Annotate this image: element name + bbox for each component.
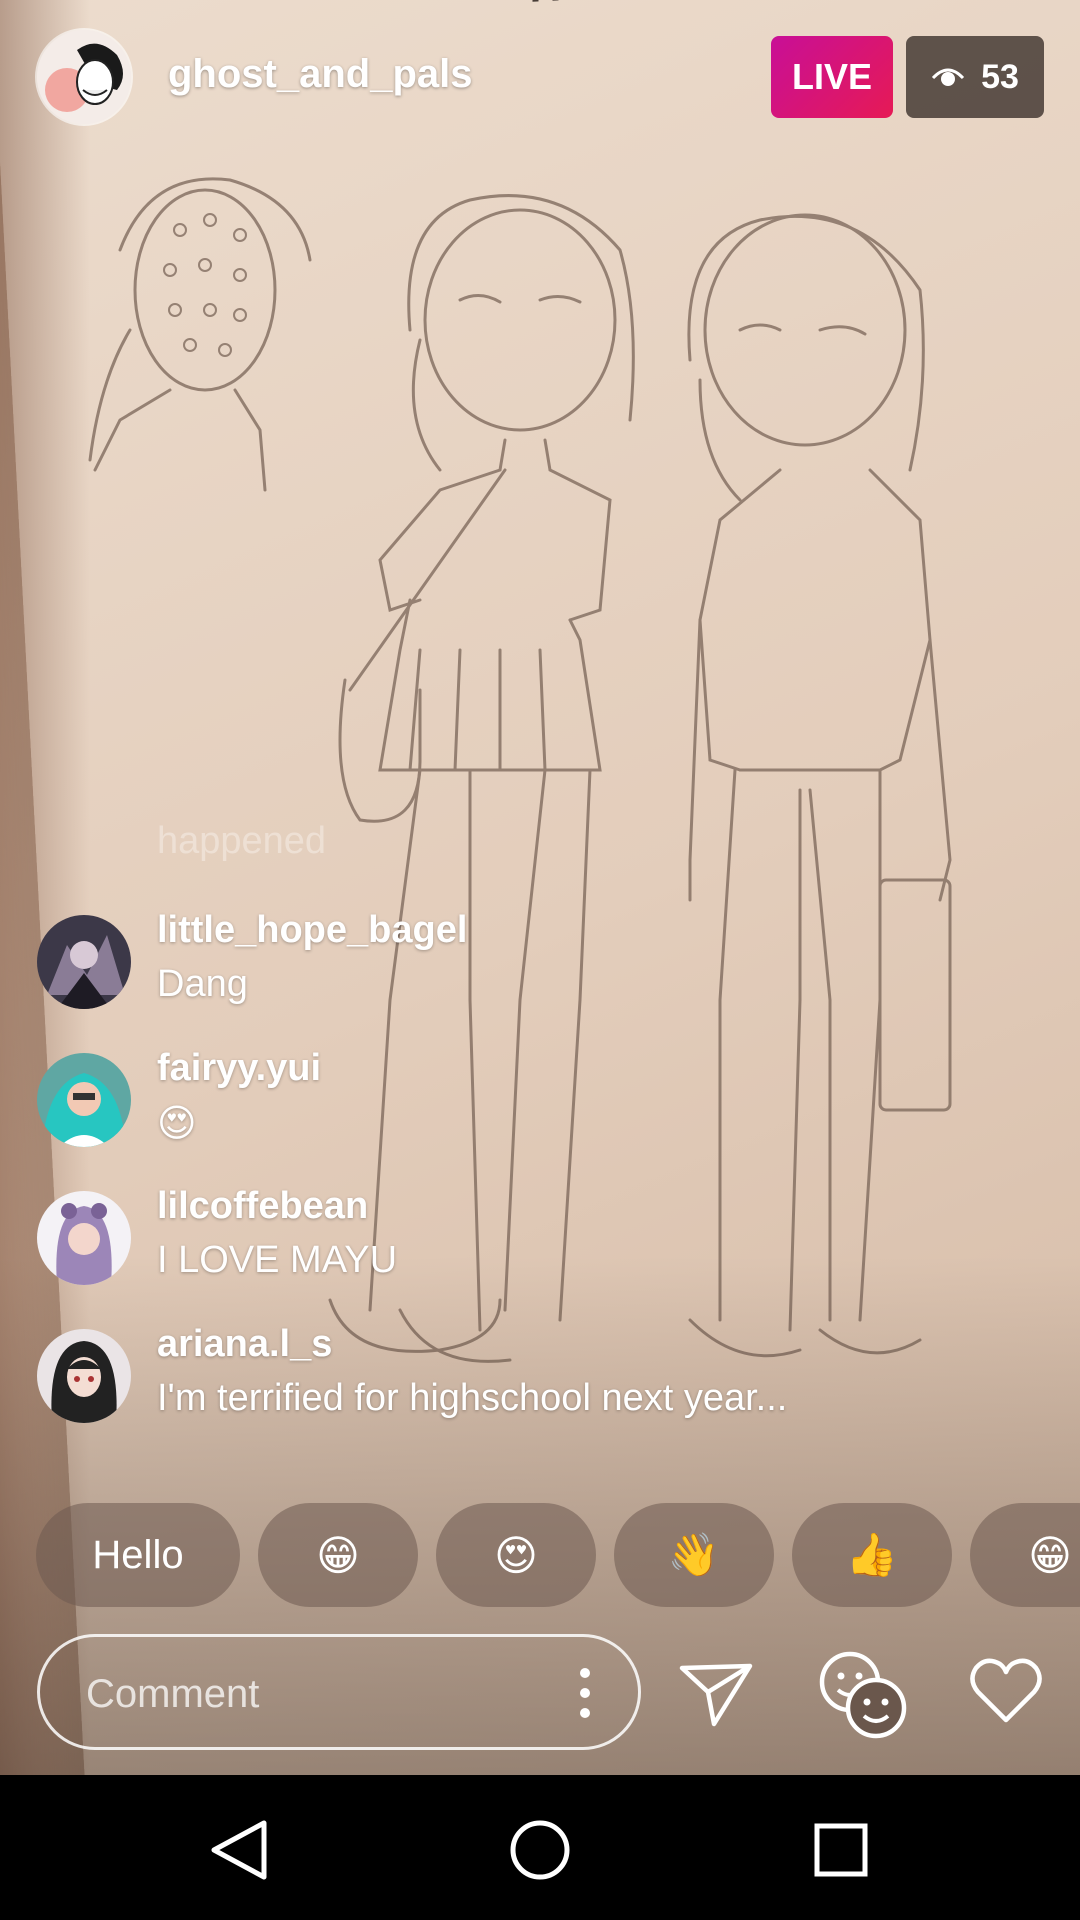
- comment-item: little_hope_bagel Dang: [0, 909, 1000, 1025]
- home-circle-icon[interactable]: [500, 1815, 580, 1885]
- comment-text: Dang: [157, 963, 248, 1005]
- host-avatar-image: [37, 30, 131, 124]
- comment-username[interactable]: ariana.l_s: [157, 1323, 332, 1366]
- comment-text: I'm terrified for highschool next year..…: [157, 1377, 788, 1419]
- invite-guests-icon[interactable]: [814, 1644, 910, 1740]
- quick-reply-hello[interactable]: Hello: [36, 1503, 240, 1607]
- recents-square-icon[interactable]: [800, 1815, 880, 1885]
- comment-field: [37, 1634, 641, 1750]
- avatar[interactable]: [37, 1191, 131, 1285]
- more-vertical-icon[interactable]: [570, 1665, 600, 1721]
- avatar[interactable]: [37, 1053, 131, 1147]
- quick-reply-grin-2[interactable]: 😁: [970, 1503, 1080, 1607]
- quick-reply-grin[interactable]: 😁: [258, 1503, 418, 1607]
- comment-text: 😍: [157, 1103, 197, 1145]
- send-icon[interactable]: [676, 1652, 756, 1732]
- comment-username[interactable]: fairyy.yui: [157, 1047, 321, 1090]
- viewer-count-badge[interactable]: 53: [906, 36, 1044, 118]
- back-triangle-icon[interactable]: [200, 1815, 280, 1885]
- avatar[interactable]: [37, 915, 131, 1009]
- avatar-image: [37, 915, 131, 1009]
- system-nav-bar: [0, 1775, 1080, 1920]
- host-username[interactable]: ghost_and_pals: [168, 52, 473, 97]
- quick-reply-thumbs-up[interactable]: 👍: [792, 1503, 952, 1607]
- avatar[interactable]: [37, 1329, 131, 1423]
- avatar-image: [37, 1329, 131, 1423]
- live-header: ghost_and_pals LIVE 53: [0, 0, 1080, 160]
- comment-text: I LOVE MAYU: [157, 1239, 398, 1281]
- quick-reply-heart-eyes[interactable]: 😍: [436, 1503, 596, 1607]
- avatar-image: [37, 1191, 131, 1285]
- comment-input[interactable]: [84, 1663, 528, 1725]
- live-badge: LIVE: [771, 36, 893, 118]
- comment-item: lilcoffebean I LOVE MAYU: [0, 1185, 1000, 1301]
- quick-reply-wave[interactable]: 👋: [614, 1503, 774, 1607]
- faded-comment-text: happened: [157, 820, 327, 862]
- viewer-count: 53: [981, 57, 1019, 96]
- comment-item: fairyy.yui 😍: [0, 1047, 1000, 1163]
- comment-username[interactable]: little_hope_bagel: [157, 909, 467, 952]
- comment-item: ariana.l_s I'm terrified for highschool …: [0, 1323, 1000, 1439]
- quick-reply-row: Hello 😁 😍 👋 👍 😁: [36, 1503, 1080, 1607]
- avatar-image: [37, 1053, 131, 1147]
- host-avatar[interactable]: [37, 30, 131, 124]
- heart-icon[interactable]: [968, 1654, 1044, 1726]
- eye-icon: [931, 68, 965, 86]
- comment-username[interactable]: lilcoffebean: [157, 1185, 368, 1228]
